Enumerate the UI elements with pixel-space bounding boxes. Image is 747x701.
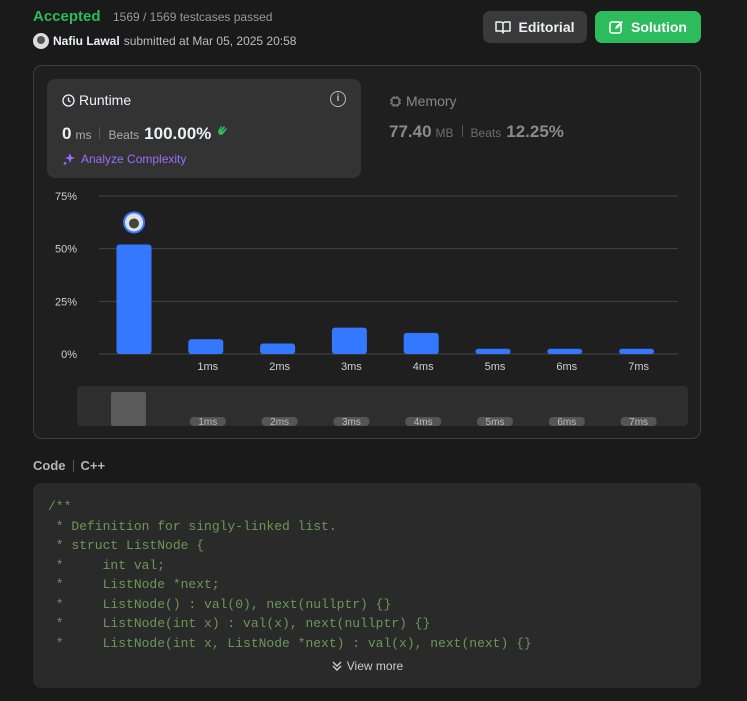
editorial-label: Editorial — [518, 19, 575, 35]
x-tick-label: 3ms — [341, 361, 362, 373]
x-tick-label: 6ms — [556, 361, 577, 373]
divider — [72, 459, 74, 472]
y-tick-label: 0% — [61, 349, 77, 361]
code-line: * struct ListNode { — [48, 538, 205, 553]
range-tick-label: 3ms — [342, 417, 361, 428]
solution-label: Solution — [631, 19, 687, 35]
range-tick-label: 1ms — [198, 417, 217, 428]
code-line: * ListNode(int x, ListNode *next) : val(… — [48, 635, 532, 651]
submitted-time: submitted at Mar 05, 2025 20:58 — [123, 34, 297, 48]
chart-bar[interactable] — [188, 339, 224, 354]
range-selector — [77, 386, 688, 426]
code-label: Code — [33, 458, 66, 473]
chart-bar[interactable] — [116, 244, 152, 354]
x-tick-label: 5ms — [485, 361, 506, 373]
chart-bar[interactable] — [619, 348, 655, 354]
y-tick-label: 75% — [55, 191, 77, 203]
code-line: * ListNode(int x) : val(x), next(nullptr… — [48, 616, 431, 631]
runtime-distribution-chart[interactable]: 75% 50% 25% 0% 1ms 2ms 3ms 4ms 5ms 6ms 7ms 1ms 2ms 3m… — [34, 66, 700, 438]
range-tick-label: 7ms — [629, 417, 648, 428]
chart-bar[interactable] — [547, 348, 583, 354]
book-icon — [495, 21, 512, 34]
x-tick-label: 2ms — [269, 361, 290, 373]
code-line: * ListNode() : val(0), next(nullptr) {} — [48, 596, 392, 612]
code-line: * Definition for singly-linked list. — [48, 518, 337, 534]
avatar-figure — [129, 218, 139, 229]
submission-header: Accepted 1569 / 1569 testcases passed Na… — [33, 8, 296, 49]
avatar[interactable] — [33, 33, 49, 49]
double-chevron-down-icon — [332, 661, 342, 671]
status-label: Accepted — [33, 8, 101, 25]
chart-bar[interactable] — [331, 327, 367, 354]
performance-panel: Runtime i 0 ms Beats 100.00% Analyze Com… — [33, 65, 701, 439]
x-tick-label: 7ms — [628, 361, 649, 373]
edit-icon — [609, 20, 623, 34]
x-tick-label: 4ms — [413, 361, 434, 373]
code-line: * ListNode *next; — [48, 577, 220, 592]
solution-button[interactable]: Solution — [595, 11, 701, 43]
range-tick-label: 5ms — [486, 417, 505, 428]
range-selector-bar — [111, 392, 146, 426]
language-label: C++ — [80, 458, 106, 473]
range-tick-label: 6ms — [557, 417, 576, 428]
view-more-button[interactable]: View more — [33, 659, 701, 673]
chart-bar[interactable] — [260, 343, 296, 354]
x-tick-label: 1ms — [197, 361, 218, 373]
y-tick-label: 25% — [55, 296, 77, 308]
author-name[interactable]: Nafiu Lawal — [53, 34, 120, 48]
view-more-label: View more — [346, 659, 404, 673]
chart-bar[interactable] — [475, 348, 511, 354]
testcases-count: 1569 / 1569 testcases passed — [112, 10, 273, 24]
editorial-button[interactable]: Editorial — [483, 11, 587, 43]
chart-bar[interactable] — [403, 332, 439, 354]
range-tick-label: 2ms — [270, 417, 289, 428]
code-header: Code C++ — [33, 458, 105, 473]
y-tick-label: 50% — [55, 244, 77, 256]
code-block[interactable]: /** * Definition for singly-linked list.… — [33, 483, 701, 688]
code-line: /** — [48, 499, 72, 514]
code-line: * int val; — [48, 557, 166, 573]
range-tick-label: 4ms — [414, 417, 433, 428]
